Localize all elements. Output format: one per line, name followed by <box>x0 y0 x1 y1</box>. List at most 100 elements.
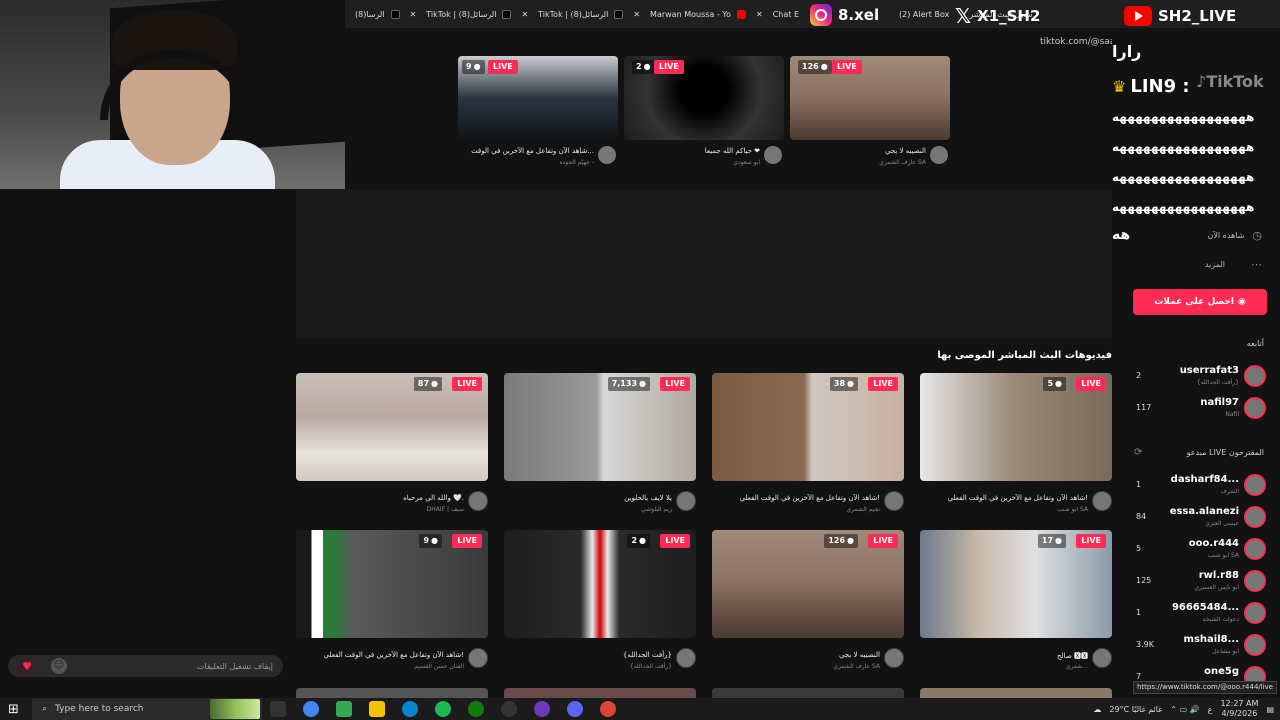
language-indicator[interactable]: ع <box>1208 705 1213 714</box>
close-tab-icon[interactable]: ✕ <box>756 10 763 19</box>
tray-icons[interactable]: ⌃ ▭ 🔊 <box>1170 705 1199 714</box>
viewer-count: 7 <box>1136 672 1142 681</box>
browser-tab[interactable]: (2) Alert Box <box>889 0 959 28</box>
browser-tab[interactable]: TikTok | الرسائل(8) <box>528 0 633 28</box>
viewer-count: 84 <box>1136 512 1147 521</box>
task-view-icon[interactable] <box>270 701 286 717</box>
live-thumbnail[interactable]: 5 ● LIVE <box>920 373 1112 481</box>
browser-tab[interactable]: TikTok | الرسائل(8) <box>416 0 521 28</box>
live-card[interactable]: 2 ● LIVE حياكم الله جميعا ❤ ابو سعودي <box>624 56 784 171</box>
emoji-icon[interactable]: ☺ <box>51 658 67 674</box>
live-creator: {رأفت الجدالله} <box>629 663 672 670</box>
play-store-icon[interactable] <box>336 701 352 717</box>
avatar[interactable] <box>1244 602 1266 624</box>
suggested-user[interactable]: 1 dasharf84... الشرف <box>1130 472 1270 500</box>
avatar[interactable] <box>1244 570 1266 592</box>
live-card[interactable]: 38 ● LIVE شاهد الآن وتفاعل مع الآخرين في … <box>712 373 904 523</box>
viewer-count: 17 ● <box>1037 534 1066 548</box>
obs-icon[interactable] <box>501 701 517 717</box>
avatar[interactable] <box>598 146 616 164</box>
live-thumbnail[interactable] <box>712 688 904 698</box>
live-title: شاهد الآن وتفاعل مع الآخرين في الوقت الف… <box>323 651 464 659</box>
spotify-icon[interactable] <box>435 701 451 717</box>
suggested-user[interactable]: 125 rwl.r88 ابو نايس العسيري <box>1130 568 1270 596</box>
refresh-icon[interactable]: ⟳ <box>1134 447 1142 458</box>
xbox-icon[interactable] <box>468 701 484 717</box>
windows-taskbar: ⊞ ⌕ Type here to search ☁ 29°C غائم غالب… <box>0 698 1280 720</box>
live-thumbnail[interactable] <box>920 688 1112 698</box>
live-thumbnail[interactable]: 9 ● LIVE <box>296 530 488 638</box>
live-card[interactable]: 126 ● LIVE النصيبه لا يجي عارف الشمري SA <box>712 530 904 680</box>
tiktok-icon: ♪ <box>1196 72 1207 91</box>
avatar[interactable] <box>1244 474 1266 496</box>
following-user[interactable]: 117 nafil97 Nafil <box>1130 395 1270 423</box>
live-thumbnail[interactable]: 2 ● LIVE <box>624 56 784 140</box>
person-icon: ● <box>643 62 651 71</box>
browser-tab[interactable]: Marwan Moussa - Yo <box>640 0 756 28</box>
avatar[interactable] <box>1092 491 1112 511</box>
close-tab-icon[interactable]: ✕ <box>410 10 417 19</box>
suggested-user[interactable]: 1 96665484... دعوات الشيخه <box>1130 600 1270 628</box>
avatar[interactable] <box>1244 538 1266 560</box>
live-thumbnail[interactable]: 126 ● LIVE <box>712 530 904 638</box>
viewer-count: 5 <box>1136 544 1142 553</box>
live-card[interactable]: 2 ● LIVE {رأفت الجدالله} {رأفت الجدالله} <box>504 530 696 680</box>
avatar[interactable] <box>676 648 696 668</box>
suggested-user[interactable]: 3.9K mshail8... ابو مشاعل <box>1130 632 1270 660</box>
live-thumbnail[interactable]: 17 ● LIVE <box>920 530 1112 638</box>
system-tray: ☁ 29°C غائم غالبًا ⌃ ▭ 🔊 ع 12:27 AM 4/9/… <box>1093 698 1274 720</box>
app-icon[interactable] <box>534 701 550 717</box>
avatar[interactable] <box>1244 634 1266 656</box>
screen: الرسا(8) ✕ TikTok | الرسائل(8) ✕ TikTok … <box>0 0 1280 720</box>
avatar[interactable] <box>468 648 488 668</box>
avatar[interactable] <box>884 491 904 511</box>
avatar[interactable] <box>764 146 782 164</box>
avatar[interactable] <box>930 146 948 164</box>
live-card[interactable]: 9 ● LIVE شاهد الآن وتفاعل مع الآخرين في ا… <box>296 530 488 680</box>
heart-icon[interactable]: ♥ <box>18 658 36 676</box>
person-icon: ● <box>820 62 828 71</box>
browser-tab[interactable]: Chat E <box>763 0 809 28</box>
discord-icon[interactable] <box>567 701 583 717</box>
live-thumbnail[interactable]: 87 ● LIVE <box>296 373 488 481</box>
close-tab-icon[interactable]: ✕ <box>521 10 528 19</box>
notification-icon[interactable]: ▤ <box>1266 705 1274 714</box>
live-thumbnail[interactable] <box>296 688 488 698</box>
avatar[interactable] <box>468 491 488 511</box>
windows-start-icon[interactable]: ⊞ <box>8 702 19 717</box>
live-card[interactable]: 126 ● LIVE النصيبه لا يجي عارف الشمري SA <box>790 56 950 171</box>
chrome-active-icon[interactable] <box>600 701 616 717</box>
edge-icon[interactable] <box>402 701 418 717</box>
close-tab-icon[interactable]: ✕ <box>633 10 640 19</box>
avatar[interactable] <box>884 648 904 668</box>
browser-tab[interactable]: الرسا(8) <box>345 0 410 28</box>
chrome-icon[interactable] <box>303 701 319 717</box>
sidebar-item-more[interactable]: المزيد ⋯ <box>1205 258 1262 271</box>
live-thumbnail[interactable]: 38 ● LIVE <box>712 373 904 481</box>
live-card[interactable]: 9 ● LIVE شاهد الآن وتفاعل مع الآخرين في ا… <box>458 56 618 171</box>
live-thumbnail[interactable] <box>504 688 696 698</box>
file-explorer-icon[interactable] <box>369 701 385 717</box>
live-creator: ابو شنب SA <box>1056 506 1088 513</box>
avatar[interactable] <box>1244 365 1266 387</box>
live-card[interactable]: 7,133 ● LIVE يلا لايف يالحلوين زيم البلوش… <box>504 373 696 523</box>
live-card[interactable]: 5 ● LIVE شاهد الآن وتفاعل مع الآخرين في ا… <box>920 373 1112 523</box>
clock[interactable]: 12:27 AM 4/9/2026 <box>1220 699 1258 719</box>
get-coins-button[interactable]: احصل على عملات ◉ <box>1133 289 1267 315</box>
live-card[interactable]: 17 ● LIVE صالح 🆇🆇 شمري... <box>920 530 1112 680</box>
sidebar-item-history[interactable]: شاهده الآن ◷ <box>1207 229 1262 242</box>
comment-input[interactable]: إيقاف تشغيل التعليقات <box>8 655 283 677</box>
avatar[interactable] <box>1092 648 1112 668</box>
live-card[interactable]: 87 ● LIVE والله الي مرحباه 🤍. DHAIF | سيف <box>296 373 488 523</box>
live-thumbnail[interactable]: 7,133 ● LIVE <box>504 373 696 481</box>
live-thumbnail[interactable]: 2 ● LIVE <box>504 530 696 638</box>
live-thumbnail[interactable]: 126 ● LIVE <box>790 56 950 140</box>
avatar[interactable] <box>676 491 696 511</box>
following-user[interactable]: 2 userrafat3 {رأفت الجدالله} <box>1130 363 1270 391</box>
avatar[interactable] <box>1244 506 1266 528</box>
live-thumbnail[interactable]: 9 ● LIVE <box>458 56 618 140</box>
suggested-user[interactable]: 5 ooo.r444 ابو شنب SA <box>1130 536 1270 564</box>
avatar[interactable] <box>1244 397 1266 419</box>
suggested-user[interactable]: 84 essa.alanezi عيسى العنزي <box>1130 504 1270 532</box>
chat-spam-line: هههههههههههههههههه <box>1112 110 1255 124</box>
